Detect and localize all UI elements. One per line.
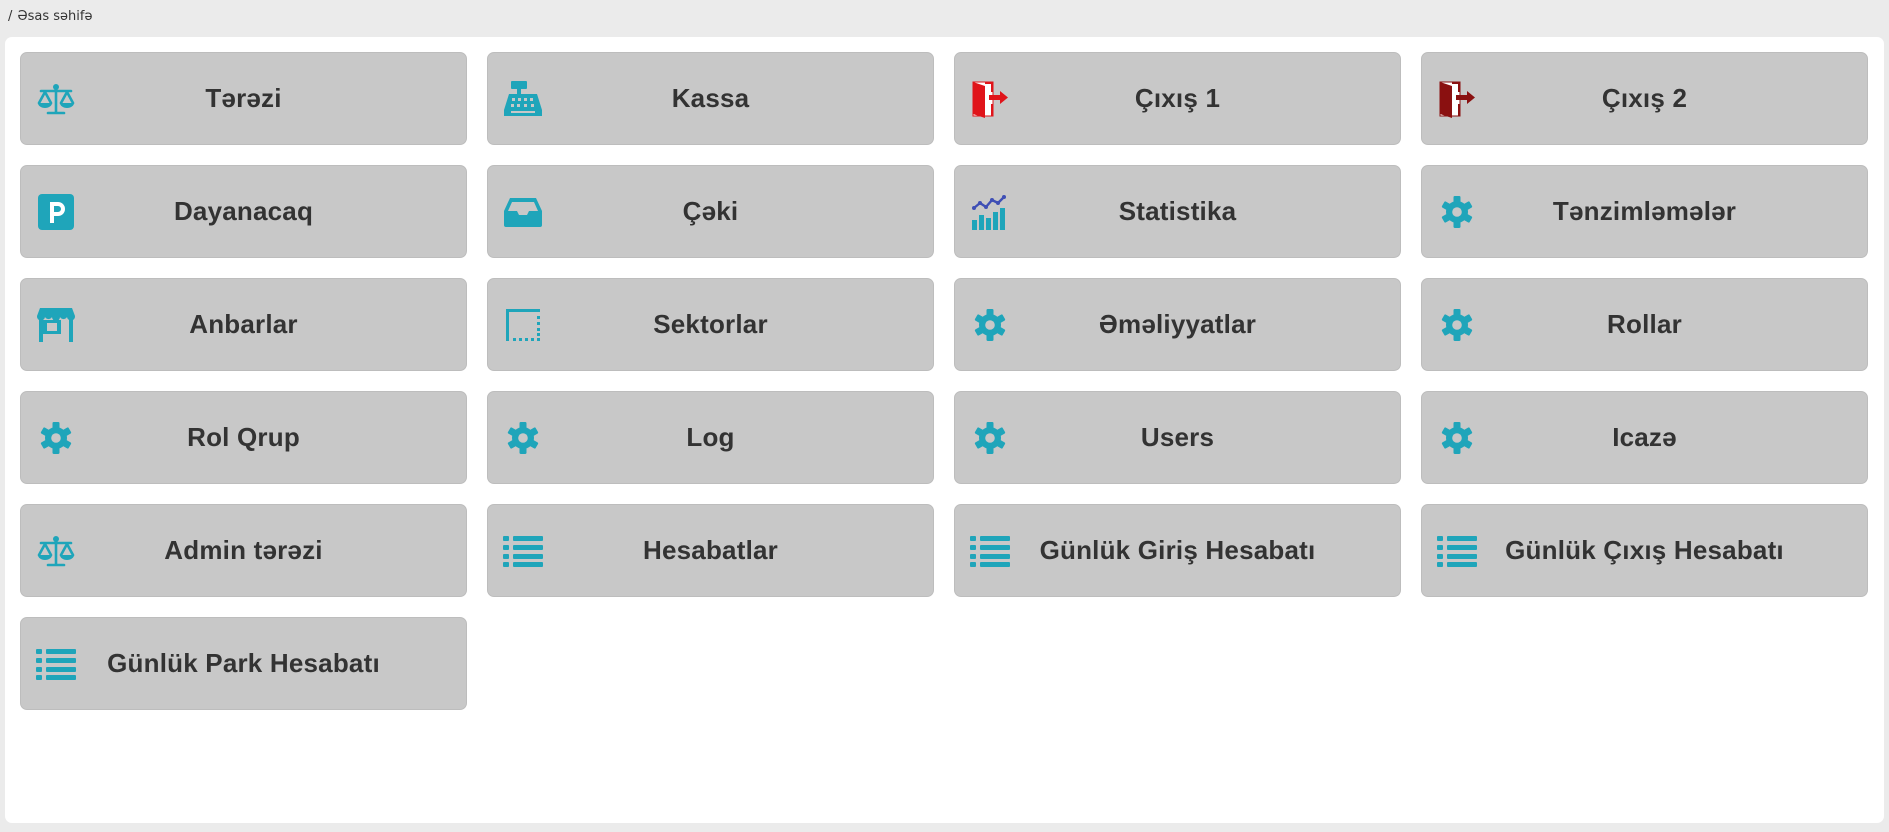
menu-tile-label: Rol Qrup xyxy=(187,422,300,452)
menu-tile-label: Admin tərəzi xyxy=(164,535,323,565)
statistics-chart-icon xyxy=(969,192,1011,232)
dashboard-panel: Tərəzi Kassa Çıxış 1 Çıxış 2 Dayanacaq Ç… xyxy=(5,37,1884,823)
menu-tile-label: Dayanacaq xyxy=(173,196,314,226)
menu-tile-10[interactable]: Sektorlar xyxy=(487,278,934,371)
menu-tile-grid: Tərəzi Kassa Çıxış 1 Çıxış 2 Dayanacaq Ç… xyxy=(20,52,1868,710)
menu-tile-label: Çəki xyxy=(682,196,739,226)
menu-tile-label: Günlük Giriş Hesabatı xyxy=(1039,535,1316,565)
exit-door-icon xyxy=(969,79,1011,119)
menu-tile-11[interactable]: Əməliyyatlar xyxy=(954,278,1401,371)
gear-icon xyxy=(1436,305,1478,345)
gear-icon xyxy=(502,418,544,458)
menu-tile-label: Rollar xyxy=(1607,309,1682,339)
menu-tile-label: Kassa xyxy=(671,83,750,113)
gear-icon xyxy=(969,418,1011,458)
menu-tile-14[interactable]: Log xyxy=(487,391,934,484)
menu-tile-label: Log xyxy=(686,422,735,452)
menu-tile-label: Users xyxy=(1140,422,1215,452)
menu-tile-label: Sektorlar xyxy=(653,309,768,339)
menu-tile-9[interactable]: Anbarlar xyxy=(20,278,467,371)
menu-tile-7[interactable]: Statistika xyxy=(954,165,1401,258)
breadcrumb-current[interactable]: Əsas səhifə xyxy=(17,9,92,24)
exit-door-dark-icon xyxy=(1436,79,1478,119)
menu-tile-label: Əməliyyatlar xyxy=(1098,309,1257,339)
breadcrumb-separator: / xyxy=(8,9,13,24)
menu-tile-label: Günlük Çıxış Hesabatı xyxy=(1505,535,1784,565)
menu-tile-4[interactable]: Çıxış 2 xyxy=(1421,52,1868,145)
menu-tile-label: Çıxış 2 xyxy=(1601,83,1688,113)
menu-tile-21[interactable]: Günlük Park Hesabatı xyxy=(20,617,467,710)
menu-tile-5[interactable]: Dayanacaq xyxy=(20,165,467,258)
menu-tile-label: Çıxış 1 xyxy=(1134,83,1221,113)
menu-tile-15[interactable]: Users xyxy=(954,391,1401,484)
menu-tile-1[interactable]: Tərəzi xyxy=(20,52,467,145)
menu-tile-16[interactable]: Icazə xyxy=(1421,391,1868,484)
menu-tile-8[interactable]: Tənzimləmələr xyxy=(1421,165,1868,258)
list-icon xyxy=(969,531,1011,571)
breadcrumb: / Əsas səhifə xyxy=(8,9,92,24)
menu-tile-20[interactable]: Günlük Çıxış Hesabatı xyxy=(1421,504,1868,597)
menu-tile-18[interactable]: Hesabatlar xyxy=(487,504,934,597)
menu-tile-label: Anbarlar xyxy=(189,309,298,339)
menu-tile-12[interactable]: Rollar xyxy=(1421,278,1868,371)
inbox-tray-icon xyxy=(502,192,544,232)
scale-icon xyxy=(35,531,77,571)
gear-icon xyxy=(1436,192,1478,232)
menu-tile-17[interactable]: Admin tərəzi xyxy=(20,504,467,597)
list-icon xyxy=(1436,531,1478,571)
sector-border-icon xyxy=(502,305,544,345)
menu-tile-13[interactable]: Rol Qrup xyxy=(20,391,467,484)
scale-icon xyxy=(35,79,77,119)
cash-register-icon xyxy=(502,79,544,119)
menu-tile-6[interactable]: Çəki xyxy=(487,165,934,258)
gear-icon xyxy=(1436,418,1478,458)
menu-tile-label: Statistika xyxy=(1118,196,1237,226)
menu-tile-label: Icazə xyxy=(1612,422,1677,452)
menu-tile-label: Tərəzi xyxy=(205,83,282,113)
menu-tile-label: Tənzimləmələr xyxy=(1552,196,1737,226)
warehouse-store-icon xyxy=(35,305,77,345)
gear-icon xyxy=(35,418,77,458)
gear-icon xyxy=(969,305,1011,345)
menu-tile-2[interactable]: Kassa xyxy=(487,52,934,145)
list-icon xyxy=(502,531,544,571)
parking-icon xyxy=(35,192,77,232)
menu-tile-3[interactable]: Çıxış 1 xyxy=(954,52,1401,145)
list-icon xyxy=(35,644,77,684)
menu-tile-label: Günlük Park Hesabatı xyxy=(107,648,380,678)
menu-tile-19[interactable]: Günlük Giriş Hesabatı xyxy=(954,504,1401,597)
menu-tile-label: Hesabatlar xyxy=(643,535,778,565)
